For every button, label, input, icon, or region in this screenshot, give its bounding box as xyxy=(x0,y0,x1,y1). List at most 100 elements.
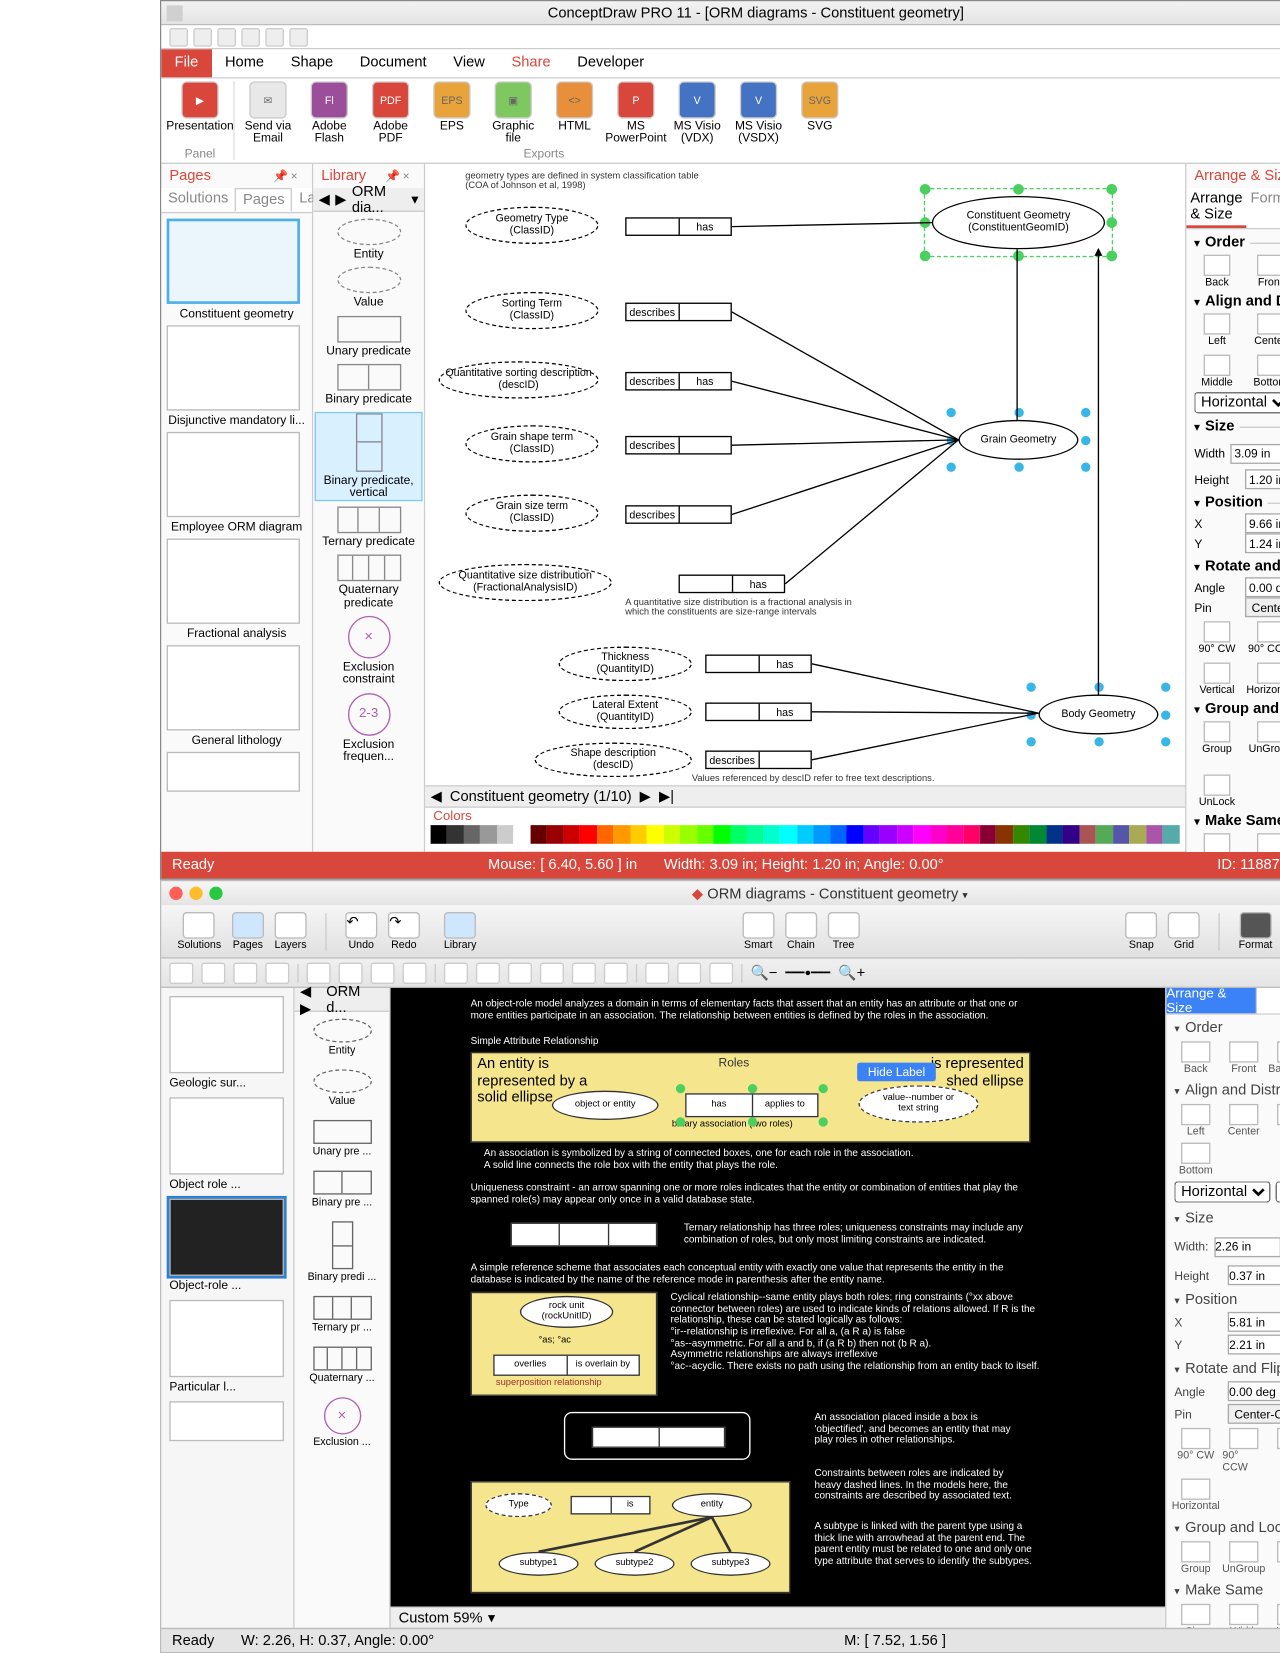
tool-icon[interactable] xyxy=(444,962,468,983)
qat-redo-icon[interactable] xyxy=(241,27,260,46)
ent-lateral[interactable]: Lateral Extent (QuantityID) xyxy=(559,694,692,729)
send-email-button[interactable]: ✉Send via Email xyxy=(240,81,296,145)
sel-horizontal[interactable]: Horizontal xyxy=(1194,392,1280,413)
zoom-in-icon[interactable]: 🔍+ xyxy=(838,964,865,981)
tab-document[interactable]: Document xyxy=(346,49,439,77)
btn-redo[interactable]: ↷Redo xyxy=(383,912,426,951)
input-width[interactable] xyxy=(1230,443,1280,463)
color-swatches[interactable] xyxy=(425,825,1185,844)
btn-same-width[interactable]: Width xyxy=(1248,833,1280,852)
m-ungroup[interactable]: UnGroup xyxy=(1222,1541,1265,1574)
page-thumb[interactable]: Particular l... xyxy=(169,1300,285,1393)
btn-solutions[interactable]: Solutions xyxy=(172,912,227,951)
m-align-right[interactable]: Right xyxy=(1270,1104,1280,1137)
m-align-center[interactable]: Center xyxy=(1222,1104,1265,1137)
m-flip-h[interactable]: Horizontal xyxy=(1174,1479,1217,1512)
graphic-file-button[interactable]: ▣Graphic file xyxy=(485,81,541,145)
btn-align-center[interactable]: Center xyxy=(1248,313,1280,346)
hide-label-button[interactable]: Hide Label xyxy=(857,1063,936,1082)
page-thumb[interactable]: Fractional analysis xyxy=(167,539,307,640)
tool-icon[interactable] xyxy=(677,962,701,983)
mlib-ternary[interactable]: Ternary pr ... xyxy=(297,1296,386,1333)
tool-icon[interactable] xyxy=(233,962,257,983)
tool-icon[interactable] xyxy=(201,962,225,983)
m-same-height[interactable]: Height xyxy=(1270,1604,1280,1628)
zoom-tab[interactable]: Custom 59% xyxy=(399,1610,483,1626)
page-thumb[interactable] xyxy=(169,1401,285,1441)
btn-90ccw[interactable]: 90° CCW xyxy=(1248,621,1280,654)
btn-layers[interactable]: Layers xyxy=(269,912,312,951)
tab-pages[interactable]: Pages xyxy=(235,188,293,212)
btn-chain[interactable]: Chain xyxy=(780,912,823,951)
btn-front[interactable]: Front xyxy=(1248,255,1280,288)
tool-icon[interactable] xyxy=(169,962,193,983)
ent-geom-type[interactable]: Geometry Type (ClassID) xyxy=(465,207,598,244)
ent-size-term[interactable]: Grain size term (ClassID) xyxy=(465,495,598,532)
m-group[interactable]: Group xyxy=(1174,1541,1217,1574)
input-x[interactable] xyxy=(1245,513,1280,533)
lib-binary[interactable]: Binary predicate xyxy=(316,364,421,406)
m-input-y[interactable] xyxy=(1228,1335,1280,1355)
tool-icon[interactable] xyxy=(604,962,628,983)
lib-binary-v[interactable]: Binary predicate, vertical xyxy=(316,413,421,499)
rp-tab-format[interactable]: Format xyxy=(1247,188,1280,228)
lib-unary[interactable]: Unary predicate xyxy=(316,316,421,358)
m-sel-horiz[interactable]: Horizontal xyxy=(1174,1181,1270,1202)
m-same-size[interactable]: Size xyxy=(1174,1604,1217,1628)
close-icon[interactable]: × xyxy=(291,169,304,182)
pin-icon[interactable]: 📌 xyxy=(273,169,286,182)
tool-icon[interactable] xyxy=(265,962,289,983)
html-button[interactable]: <>HTML xyxy=(547,81,603,132)
tool-icon[interactable] xyxy=(371,962,395,983)
tool-icon[interactable] xyxy=(645,962,669,983)
page-thumb[interactable]: Geologic sur... xyxy=(169,996,285,1089)
btn-pages[interactable]: Pages xyxy=(227,912,270,951)
tool-icon[interactable] xyxy=(403,962,427,983)
ent-qsize[interactable]: Quantitative size distribution (Fraction… xyxy=(439,564,612,601)
mrt-format[interactable]: Format xyxy=(1257,988,1280,1013)
m-align-bottom[interactable]: Bottom xyxy=(1174,1143,1217,1176)
mlib-binary-v[interactable]: Binary predi ... xyxy=(297,1221,386,1282)
role-has[interactable]: has xyxy=(625,217,732,236)
btn-grid[interactable]: Grid xyxy=(1163,912,1206,951)
canvas[interactable]: geometry types are defined in system cla… xyxy=(425,164,1185,785)
mrt-arrange[interactable]: Arrange & Size xyxy=(1166,988,1257,1013)
adobe-pdf-button[interactable]: PDFAdobe PDF xyxy=(363,81,419,145)
m-btn-back[interactable]: Back xyxy=(1174,1041,1217,1074)
page-thumb[interactable]: Employee ORM diagram xyxy=(167,432,307,533)
mac-min[interactable] xyxy=(189,887,202,900)
page-thumb[interactable]: Constituent geometry xyxy=(167,219,307,320)
role-describes[interactable]: describes xyxy=(625,436,732,455)
eps-button[interactable]: EPSEPS xyxy=(424,81,480,132)
library-selector[interactable]: ORM dia... xyxy=(352,183,406,215)
qat-undo-icon[interactable] xyxy=(217,27,236,46)
mac-canvas[interactable]: An object-role model analyzes a domain i… xyxy=(391,988,1165,1607)
tab-view[interactable]: View xyxy=(440,49,498,77)
tool-icon[interactable] xyxy=(572,962,596,983)
tool-icon[interactable] xyxy=(540,962,564,983)
tab-share[interactable]: Share xyxy=(498,49,564,77)
m-lock[interactable]: Lock xyxy=(1270,1541,1280,1574)
btn-snap[interactable]: Snap xyxy=(1120,912,1163,951)
visio-vsdx-button[interactable]: VMS Visio (VSDX) xyxy=(731,81,787,145)
m-90cw[interactable]: 90° CW xyxy=(1174,1428,1217,1473)
role-describes[interactable]: describes xyxy=(625,505,732,524)
lib-exclusion[interactable]: ×Exclusion constraint xyxy=(316,616,421,686)
btn-align-left[interactable]: Left xyxy=(1194,313,1239,346)
ent-shape-desc[interactable]: Shape description (descID) xyxy=(535,742,692,777)
m-90ccw[interactable]: 90° CCW xyxy=(1222,1428,1265,1473)
m-btn-backward[interactable]: Backward xyxy=(1270,1041,1280,1074)
qat-icon[interactable] xyxy=(169,27,188,46)
m-btn-front[interactable]: Front xyxy=(1222,1041,1265,1074)
role-has[interactable]: has xyxy=(679,575,786,594)
tool-icon[interactable] xyxy=(709,962,733,983)
adobe-flash-button[interactable]: FlAdobe Flash xyxy=(301,81,357,145)
sel-pin[interactable]: Center-Center xyxy=(1245,597,1280,617)
lib-value[interactable]: Value xyxy=(316,267,421,309)
btn-undo[interactable]: ↶Undo xyxy=(340,912,383,951)
page-thumb[interactable]: Object-role ... xyxy=(169,1199,285,1292)
btn-same-size[interactable]: Size xyxy=(1194,833,1239,852)
zoom-out-icon[interactable]: 🔍− xyxy=(751,964,778,981)
mlib-selector[interactable]: ORM d... xyxy=(326,983,384,1015)
ent-sorting[interactable]: Sorting Term (ClassID) xyxy=(465,292,598,329)
